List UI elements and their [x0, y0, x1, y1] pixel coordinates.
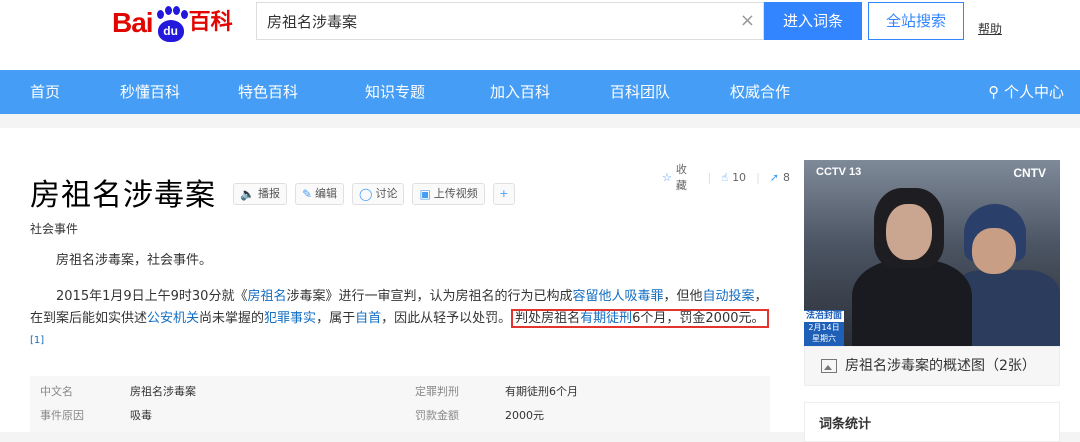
cctv-logo: CCTV 13	[816, 166, 862, 178]
user-center-label: 个人中心	[1003, 83, 1064, 101]
logo-baike-text: 百科	[188, 10, 233, 35]
edit-button[interactable]: ✎ 编辑	[294, 183, 345, 205]
summary-paragraph: 房祖名涉毒案，社会事件。	[56, 253, 213, 268]
chat-icon: ◯	[359, 187, 373, 201]
top-bar: Bai du 百科 × 进入词条 全站搜索 帮助	[0, 0, 1080, 70]
info-value-link[interactable]: 吸毒	[130, 404, 152, 428]
side-column: CCTV 13 CNTV 法治封面 2月14日 星期六 房祖名涉毒案的概述图（2…	[804, 160, 1060, 442]
pencil-icon: ✎	[301, 187, 313, 201]
info-value: 2000元	[505, 409, 544, 422]
page-subtitle: 社会事件	[30, 222, 79, 236]
entry-stats-box: 词条统计	[804, 402, 1060, 442]
image-icon	[821, 359, 837, 373]
info-row: 中文名 房祖名涉毒案 定罪判刑 有期徒刑6个月	[30, 380, 770, 404]
discuss-button[interactable]: ◯ 讨论	[352, 183, 405, 205]
share-icon[interactable]: ➚	[770, 171, 779, 184]
link-fangzuming[interactable]: 房祖名	[247, 289, 286, 304]
info-key: 事件原因	[40, 409, 84, 422]
info-row: 事件原因 吸毒 罚款金额 2000元	[30, 404, 770, 428]
logo-du-text: du	[157, 20, 184, 42]
thumbs-up-icon[interactable]: ☝	[721, 171, 728, 184]
info-key: 定罪判刑	[415, 385, 459, 398]
main-nav: 首页 秒懂百科 特色百科 知识专题 加入百科 百科团队 权威合作 ⚲ 个人中心	[0, 70, 1080, 114]
entry-actions: ☆ 收藏 | ☝ 10 | ➚ 8	[662, 161, 790, 193]
page-title: 房祖名涉毒案	[30, 178, 216, 213]
like-count: 10	[732, 170, 747, 184]
info-key: 中文名	[40, 385, 73, 398]
cntv-logo: CNTV	[1013, 166, 1046, 180]
info-key: 罚款金额	[415, 409, 459, 422]
image-caption: 房祖名涉毒案的概述图（2张）	[845, 358, 1036, 374]
reference-link[interactable]: [1]	[30, 335, 44, 346]
collect-label[interactable]: 收藏	[676, 161, 698, 193]
summary-image[interactable]: CCTV 13 CNTV 法治封面 2月14日 星期六	[804, 160, 1060, 346]
nav-item-join[interactable]: 加入百科	[490, 70, 550, 114]
nav-item-miaodong[interactable]: 秒懂百科	[120, 70, 180, 114]
title-tools: 🔈 播报 ✎ 编辑 ◯ 讨论 ▣ 上传视频 +	[233, 183, 515, 205]
info-value: 房祖名涉毒案	[130, 385, 196, 398]
nav-item-topics[interactable]: 知识专题	[365, 70, 425, 114]
link-crime[interactable]: 容留他人吸毒罪	[572, 289, 663, 304]
stats-title: 词条统计	[819, 417, 872, 432]
help-link[interactable]: 帮助	[978, 20, 1002, 37]
upload-video-button[interactable]: ▣ 上传视频	[412, 183, 485, 205]
body-paragraph: 2015年1月9日上午9时30分就《房祖名涉毒案》进行一审宣判，认为房祖名的行为…	[30, 289, 769, 346]
site-search-button[interactable]: 全站搜索	[868, 2, 964, 40]
baidu-baike-logo[interactable]: Bai du 百科	[112, 4, 233, 42]
highlighted-sentence: 判处房祖名有期徒刑6个月，罚金2000元。	[511, 309, 769, 328]
basic-info-table: 中文名 房祖名涉毒案 定罪判刑 有期徒刑6个月 事件原因 吸毒 罚款金额 200…	[30, 376, 770, 432]
link-crime-facts[interactable]: 犯罪事实	[264, 311, 316, 326]
search-box: ×	[256, 2, 764, 40]
logo-bai-text: Bai	[112, 7, 154, 38]
link-surrender[interactable]: 自动投案	[703, 289, 755, 304]
nav-item-cooperation[interactable]: 权威合作	[730, 70, 790, 114]
plus-icon: +	[499, 187, 509, 200]
speaker-icon: 🔈	[240, 187, 255, 201]
content-area: ☆ 收藏 | ☝ 10 | ➚ 8 房祖名涉毒案 🔈 播报 ✎ 编辑 ◯ 讨论 ▣ 上传…	[0, 128, 1080, 442]
enter-entry-button[interactable]: 进入词条	[764, 2, 862, 40]
program-tag: 法治封面 2月14日 星期六	[804, 310, 844, 346]
info-value-link[interactable]: 有期徒刑6个月	[505, 380, 578, 404]
link-police[interactable]: 公安机关	[147, 311, 199, 326]
nav-item-featured[interactable]: 特色百科	[238, 70, 298, 114]
search-input[interactable]	[257, 3, 717, 39]
nav-item-team[interactable]: 百科团队	[610, 70, 670, 114]
user-icon: ⚲	[988, 83, 1000, 101]
video-icon: ▣	[419, 187, 431, 201]
main-column: ☆ 收藏 | ☝ 10 | ➚ 8 房祖名涉毒案 🔈 播报 ✎ 编辑 ◯ 讨论 ▣ 上传…	[0, 128, 790, 432]
divider: |	[756, 170, 760, 184]
nav-item-home[interactable]: 首页	[30, 70, 60, 114]
star-icon[interactable]: ☆	[662, 171, 672, 184]
paw-icon: du	[154, 6, 188, 42]
add-button[interactable]: +	[492, 183, 515, 205]
divider: |	[707, 170, 712, 184]
link-self-surrender[interactable]: 自首	[355, 311, 381, 326]
broadcast-button[interactable]: 🔈 播报	[233, 183, 287, 205]
user-center-link[interactable]: ⚲ 个人中心	[988, 70, 1064, 114]
image-caption-link[interactable]: 房祖名涉毒案的概述图（2张）	[804, 346, 1060, 386]
link-prison-term[interactable]: 有期徒刑	[580, 311, 632, 326]
share-count: 8	[783, 170, 790, 184]
clear-icon[interactable]: ×	[740, 10, 755, 31]
